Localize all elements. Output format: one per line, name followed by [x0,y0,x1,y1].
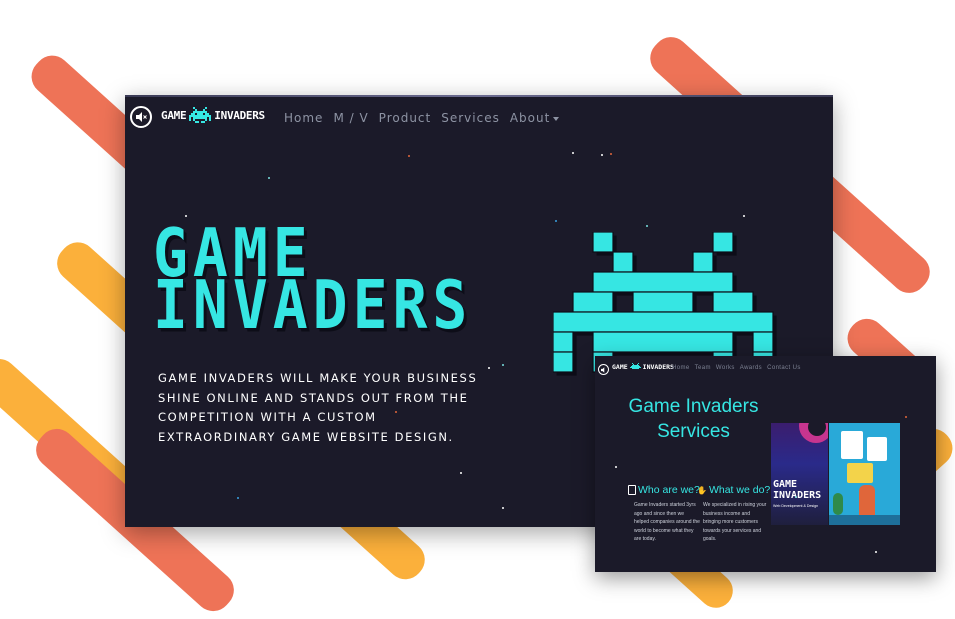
space-invader-icon [189,107,212,123]
nav-item-about[interactable]: About [509,111,560,125]
star [488,367,490,369]
site-logo[interactable]: GAME INVADERS [161,107,265,123]
sound-toggle-button[interactable] [598,364,609,375]
main-nav: Home M / V Product Services About [284,111,560,125]
star [610,153,612,155]
star [615,466,617,468]
star [237,497,239,499]
illustration-window [841,431,863,459]
nav-item-works[interactable]: Works [716,365,735,371]
logo-word-invaders: INVADERS [214,108,265,122]
illustration-desk [829,515,900,525]
services-title: Game Invaders Services [615,394,772,444]
nav-item-team[interactable]: Team [695,365,711,371]
hero-description: GAME INVADERS WILL MAKE YOUR BUSINESS SH… [158,371,478,444]
space-invader-icon [629,363,641,369]
web-design-illustration [829,423,900,525]
services-page-screenshot: GAME INVADERS Home Team Works Awards Con… [595,356,936,572]
star [875,551,877,553]
logo-word-game: GAME [161,108,187,122]
nav-item-about-label: About [509,111,551,125]
chevron-down-icon [553,116,560,121]
promo-title: GAME INVADERS [773,479,821,501]
who-are-we-body: Game Invaders started 3yrs ago and since… [634,502,700,542]
logo-word-invaders: INVADERS [642,363,674,371]
star [460,472,462,474]
nav-item-services[interactable]: Services [441,111,500,125]
illustration-window [867,437,887,461]
sound-toggle-button[interactable] [130,106,152,128]
star [555,220,557,222]
services-nav: Home Team Works Awards Contact Us [672,365,801,371]
id-card-icon [628,485,636,495]
nav-item-product[interactable]: Product [379,111,432,125]
star [905,416,907,418]
hand-money-icon: ✋ [697,485,707,495]
star [268,177,270,179]
star [795,496,797,498]
services-title-line-2: Services [657,421,730,442]
logo-word-game: GAME [612,363,628,371]
services-title-line-1: Game Invaders [628,396,759,417]
star [601,154,603,156]
illustration-window [847,463,873,483]
site-logo[interactable]: GAME INVADERS [612,363,674,371]
nav-item-mission-vision[interactable]: M / V [333,111,368,125]
hero-title: GAME INVADERS [153,220,472,339]
hero-title-line-2: INVADERS [153,265,473,344]
speaker-mute-icon [135,112,147,122]
what-we-do-body: We specialized in rising your business i… [703,502,767,542]
speaker-mute-icon [600,366,604,373]
what-we-do-heading: ✋ What we do? [697,484,770,496]
illustration-plant [833,493,843,515]
star [502,507,504,509]
star [646,225,648,227]
nav-item-contact-us[interactable]: Contact Us [767,365,801,371]
who-are-we-title: Who are we? [638,484,700,496]
star [502,364,504,366]
promo-subtitle: Web Development & Design [773,504,819,508]
nav-item-home[interactable]: Home [284,111,323,125]
who-are-we-heading: Who are we? [628,484,700,496]
nav-item-home[interactable]: Home [672,365,690,371]
promo-title-line-1: GAME [773,479,798,490]
game-invaders-promo-image: GAME INVADERS Web Development & Design [771,423,828,525]
star [572,152,574,154]
illustration-person [859,485,875,515]
top-border [125,95,833,97]
nav-item-awards[interactable]: Awards [740,365,762,371]
star [743,215,745,217]
star [408,155,410,157]
what-we-do-title: What we do? [708,484,771,496]
promo-title-line-2: INVADERS [773,490,822,501]
